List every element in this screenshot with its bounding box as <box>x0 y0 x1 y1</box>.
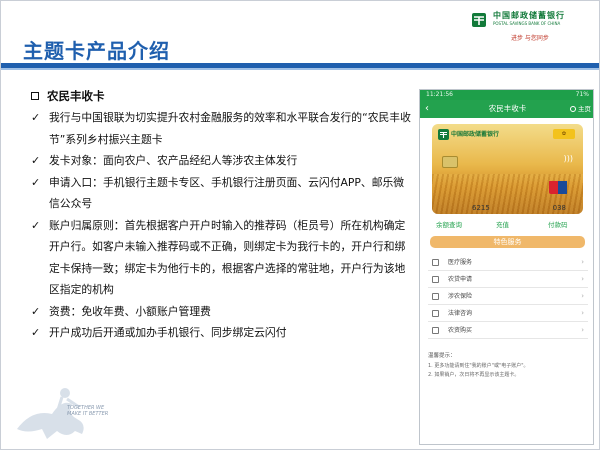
checkmark-icon: ✓ <box>31 154 41 167</box>
medical-icon <box>432 259 439 266</box>
tips-title: 温馨提示： <box>428 353 456 359</box>
recharge-button[interactable]: 充值 <box>496 219 509 229</box>
menu-item-supplies[interactable]: 农资购买 › <box>428 322 588 339</box>
tips-block: 温馨提示： 1. 更多功能请到住"我的账户"或"电子账户"。 2. 如果销户，次… <box>428 352 588 380</box>
menu-item-insurance[interactable]: 涉农保险 › <box>428 288 588 305</box>
chevron-right-icon: › <box>581 275 584 283</box>
insurance-icon <box>432 293 439 300</box>
checkmark-icon: ✓ <box>31 218 41 232</box>
home-button[interactable]: 主页 <box>570 100 591 118</box>
legal-icon <box>432 310 439 317</box>
menu-item-medical[interactable]: 医疗服务 › <box>428 254 588 271</box>
bullet-list: ✓ 我行与中国银联为切实提升农村金融服务的效率和水平联合发行的“农民丰收节”系列乡… <box>31 107 411 344</box>
chevron-right-icon: › <box>581 258 584 266</box>
loan-icon <box>432 276 439 283</box>
pay-code-button[interactable]: 付款码 <box>548 219 568 229</box>
bullet-item: ✓ 发卡对象：面向农户、农产品经纪人等涉农主体发行 <box>31 150 411 172</box>
checkmark-icon: ✓ <box>31 304 41 318</box>
tip-line: 1. 更多功能请到住"我的账户"或"电子账户"。 <box>428 363 529 369</box>
card-bank-name: 中国邮政储蓄银行 <box>451 131 500 138</box>
page-title: 主题卡产品介绍 <box>23 39 170 63</box>
contactless-icon: ))) <box>563 154 573 163</box>
brand-name-cn: 中国邮政储蓄银行 <box>493 11 565 20</box>
bullet-item: ✓ 账户归属原则：首先根据客户开户时输入的推荐码（柜员号）所在机构确定开户行。如客… <box>31 215 411 301</box>
brand-slogan: 进步 与您同步 <box>511 35 549 42</box>
chevron-right-icon: › <box>581 309 584 317</box>
bullet-item: ✓ 申请入口：手机银行主题卡专区、手机银行注册页面、云闪付APP、邮乐微信公众号 <box>31 172 411 215</box>
phone-nav-title: 农民丰收卡 <box>488 104 527 113</box>
balance-query-button[interactable]: 余额查询 <box>436 219 462 229</box>
psbc-brand: 中国邮政储蓄银行 POSTAL SAVINGS BANK OF CHINA 进步… <box>471 9 591 45</box>
phone-nav-bar: ‹ 农民丰收卡 主页 <box>420 100 593 118</box>
bank-card-image: 中国邮政储蓄银行 ✿ ))) <box>432 124 583 214</box>
watermark-slogan: TOGETHER WE MAKE IT BETTER <box>67 405 109 417</box>
headset-icon <box>570 106 576 112</box>
brand-name-en: POSTAL SAVINGS BANK OF CHINA <box>493 21 561 26</box>
card-badge-icon: ✿ <box>553 129 575 139</box>
psbc-logo-icon <box>472 13 486 27</box>
psbc-card-logo-icon <box>438 129 449 140</box>
status-battery: 71% <box>575 91 589 98</box>
card-chip-icon <box>442 156 458 168</box>
bullet-item: ✓ 开户成功后开通或加办手机银行、同步绑定云闪付 <box>31 322 411 344</box>
phone-screenshot: 11:21:56 71% ‹ 农民丰收卡 主页 中国邮政储蓄银行 ✿ ))) 6… <box>419 89 594 445</box>
title-divider-light <box>1 68 599 70</box>
slide: 中国邮政储蓄银行 POSTAL SAVINGS BANK OF CHINA 进步… <box>0 0 600 450</box>
menu-item-loan[interactable]: 农贷申请 › <box>428 271 588 288</box>
checkmark-icon: ✓ <box>31 111 41 124</box>
checkmark-icon: ✓ <box>31 326 41 339</box>
feature-services-header: 特色服务 <box>430 236 585 248</box>
content-block: 农民丰收卡 ✓ 我行与中国银联为切实提升农村金融服务的效率和水平联合发行的“农民丰… <box>31 85 411 344</box>
status-time: 11:21:56 <box>426 91 453 98</box>
bullet-item: ✓ 资费：免收年费、小额账户管理费 <box>31 301 411 323</box>
checkmark-icon: ✓ <box>31 175 41 189</box>
back-arrow-icon[interactable]: ‹ <box>425 100 429 118</box>
service-menu: 医疗服务 › 农贷申请 › 涉农保险 › 法律咨询 › 农资购买 › <box>428 254 588 339</box>
section-heading: 农民丰收卡 <box>31 85 411 107</box>
card-actions: 余额查询 充值 付款码 <box>420 219 593 233</box>
phone-status-bar: 11:21:56 71% <box>420 90 593 100</box>
supplies-icon <box>432 327 439 334</box>
card-number: 6215 038 <box>472 204 566 212</box>
menu-item-legal[interactable]: 法律咨询 › <box>428 305 588 322</box>
tip-line: 2. 如果销户，次日将不再显示该主题卡。 <box>428 372 520 378</box>
unionpay-logo-icon <box>549 180 575 194</box>
chevron-right-icon: › <box>581 292 584 300</box>
bullet-item: ✓ 我行与中国银联为切实提升农村金融服务的效率和水平联合发行的“农民丰收节”系列乡… <box>31 107 411 150</box>
square-bullet-icon <box>31 92 39 100</box>
chevron-right-icon: › <box>581 326 584 334</box>
